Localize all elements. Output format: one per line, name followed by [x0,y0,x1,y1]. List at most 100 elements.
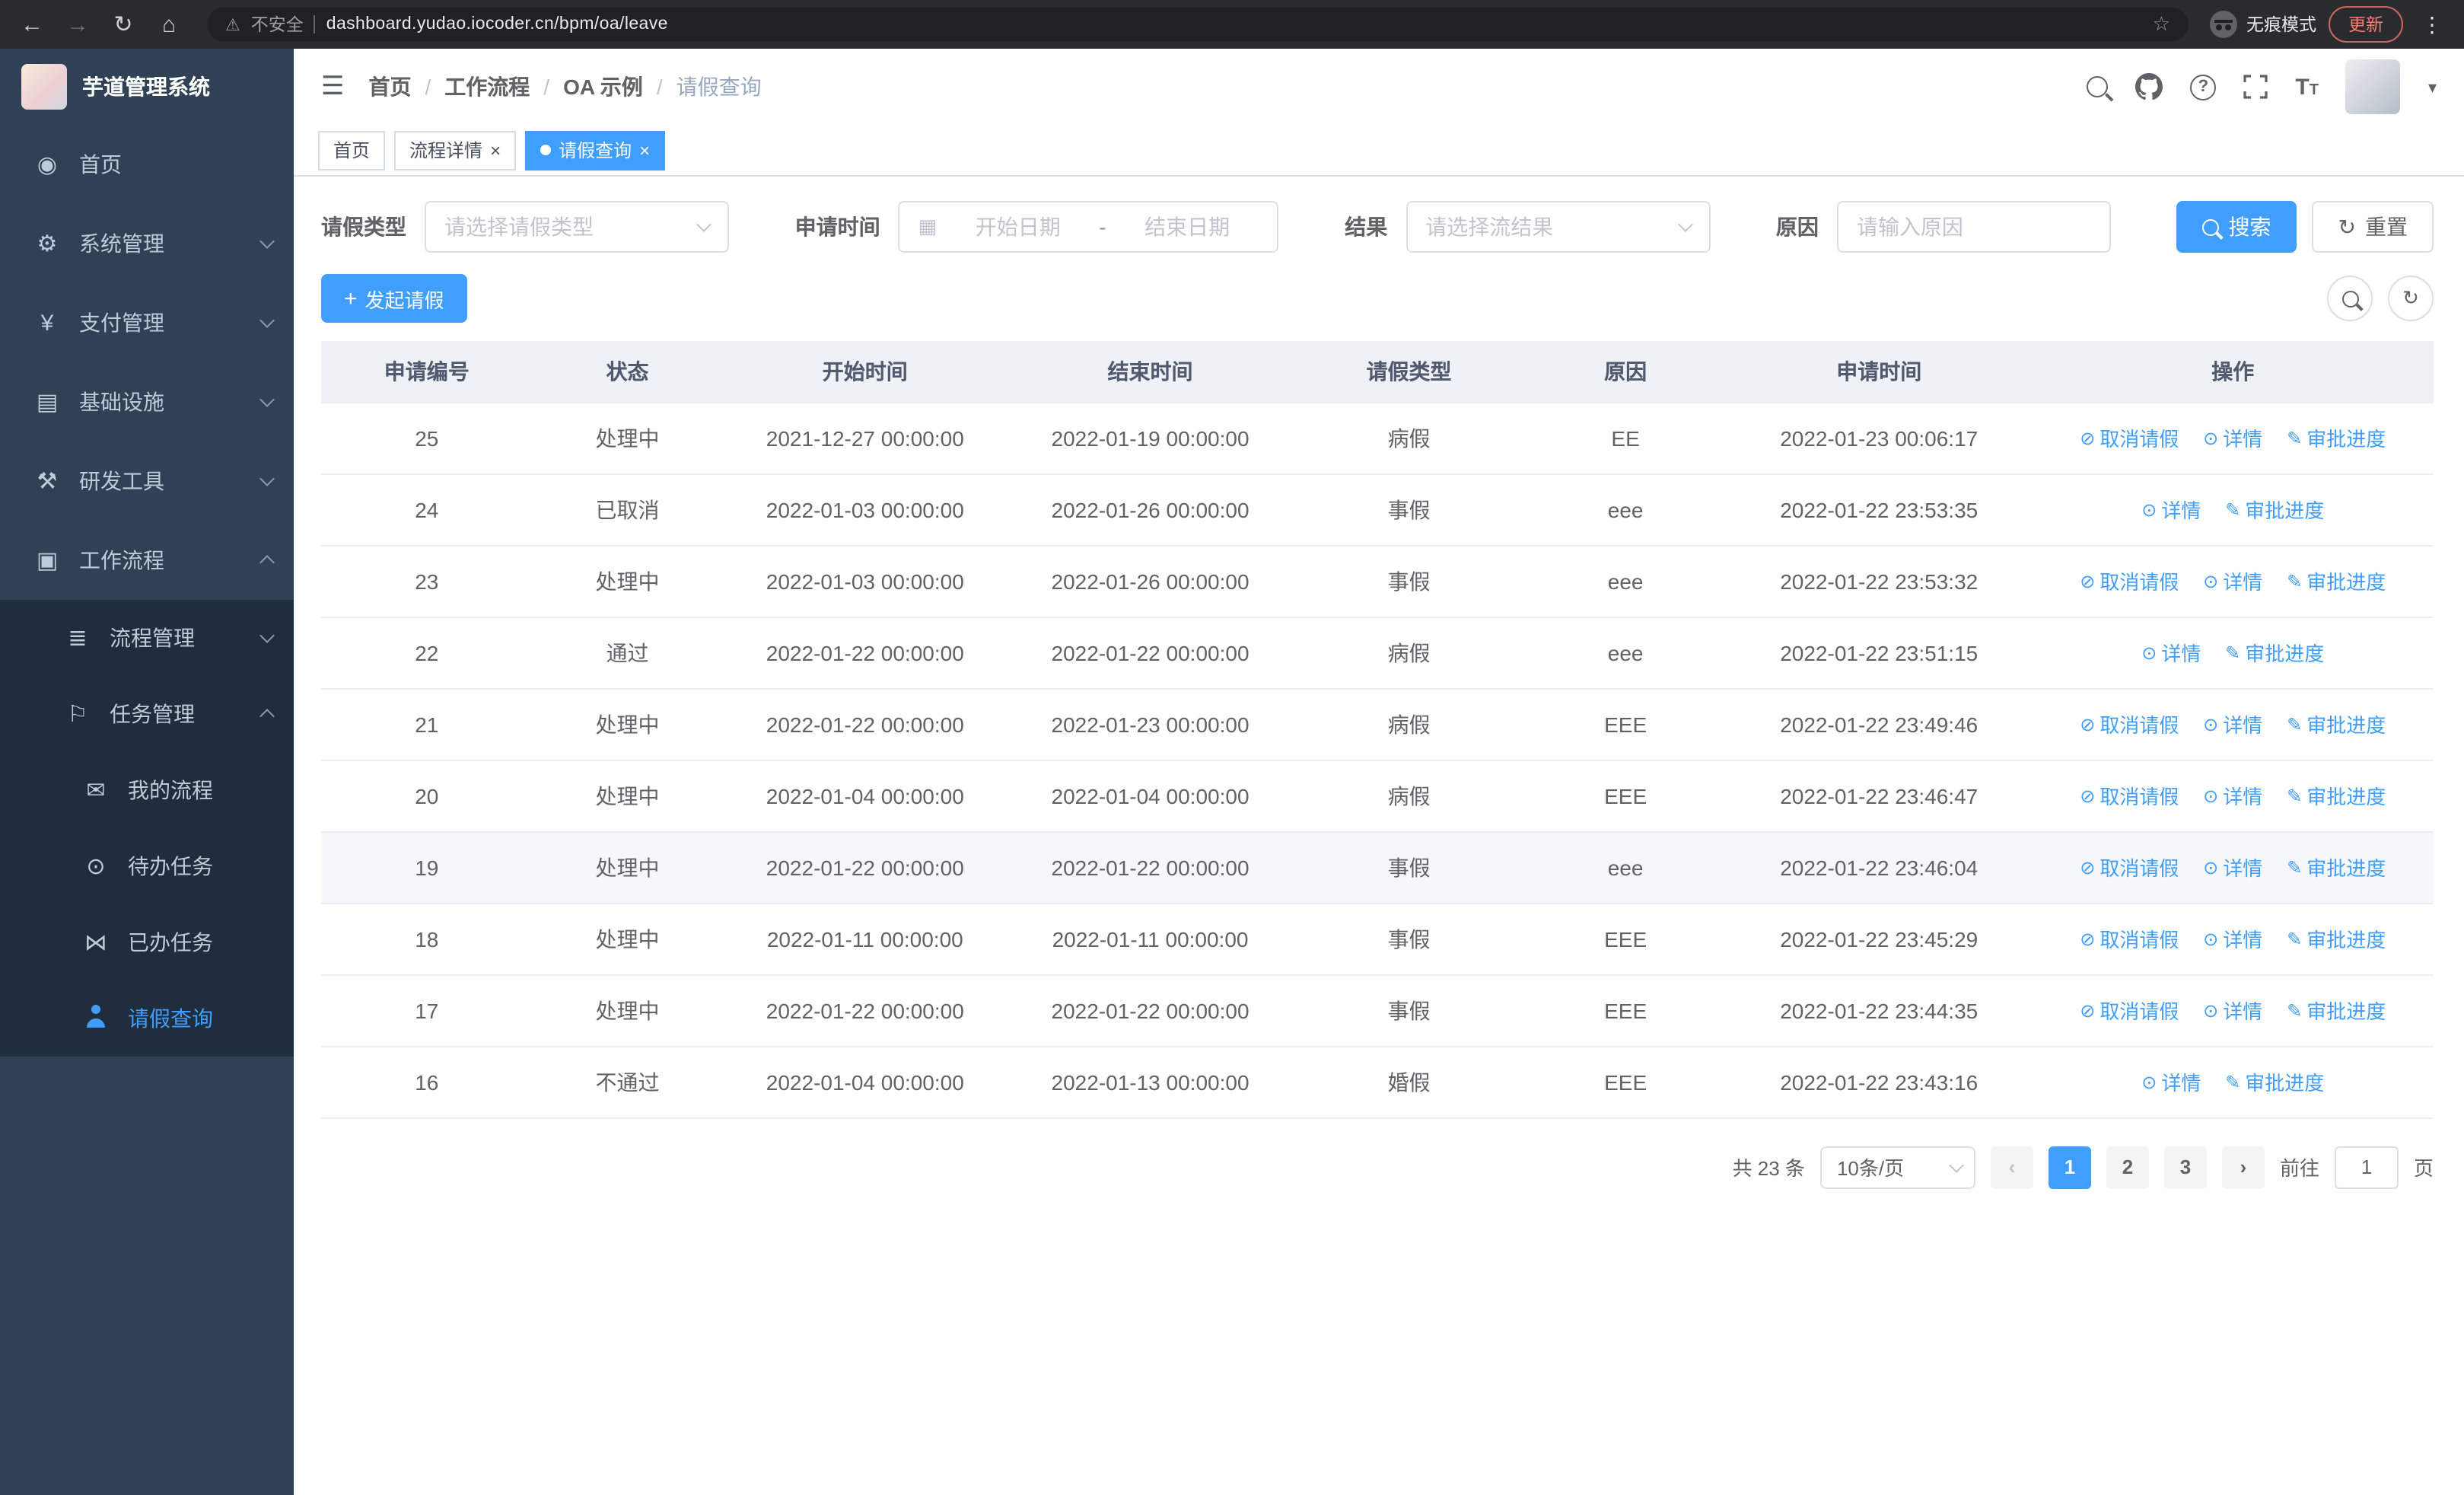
security-label[interactable]: 不安全 [251,12,304,37]
leave-type-select[interactable]: 请选择请假类型 [425,201,729,253]
approval-progress-link[interactable]: ✎ 审批进度 [2287,709,2386,738]
toggle-search-button[interactable] [2327,276,2373,321]
goto-page-input[interactable] [2334,1146,2399,1188]
apply-time-range-picker[interactable]: ▦ 开始日期 - 结束日期 [898,201,1279,253]
sidebar-toggle-icon[interactable]: ☰ [321,72,345,102]
search-icon[interactable] [2087,76,2109,97]
cell-start-time: 2022-01-04 00:00:00 [722,760,1008,832]
page-size-select[interactable]: 10条/页 [1819,1146,1975,1188]
cell-reason: eee [1525,545,1726,617]
font-size-icon[interactable]: TT [2295,74,2319,100]
tab-home[interactable]: 首页 [318,130,386,170]
create-leave-button[interactable]: + 发起请假 [321,274,467,323]
refresh-table-button[interactable]: ↻ [2388,276,2434,321]
breadcrumb-item[interactable]: 首页 [369,72,412,102]
avatar[interactable] [2345,59,2401,114]
close-icon[interactable]: × [490,141,501,159]
sidebar-item-payment[interactable]: ¥ 支付管理 [0,283,294,362]
detail-link[interactable]: ⊙ 详情 [2203,566,2262,595]
detail-link[interactable]: ⊙ 详情 [2141,1067,2201,1096]
cancel-leave-link[interactable]: ⊘ 取消请假 [2080,566,2179,595]
help-icon[interactable]: ? [2190,74,2217,100]
edit-icon: ✎ [2287,999,2303,1021]
bookmark-star-icon[interactable]: ☆ [2153,12,2170,37]
reload-icon[interactable]: ↻ [107,11,140,38]
cell-apply-no: 19 [321,831,533,904]
page-size-value: 10条/页 [1836,1157,1905,1180]
detail-link[interactable]: ⊙ 详情 [2203,924,2262,953]
cancel-icon: ⊘ [2080,785,2096,806]
cell-leave-type: 事假 [1292,473,1526,546]
next-page-button[interactable]: › [2221,1146,2265,1188]
chevron-down-icon[interactable]: ▾ [2428,77,2437,97]
cancel-leave-link[interactable]: ⊘ 取消请假 [2080,924,2179,953]
approval-progress-link[interactable]: ✎ 审批进度 [2287,423,2386,452]
browser-home-icon[interactable]: ⌂ [152,11,186,37]
breadcrumb-item[interactable]: OA 示例 [563,72,643,102]
update-button[interactable]: 更新 [2329,6,2403,43]
browser-menu-icon[interactable]: ⋮ [2415,11,2449,37]
cell-operations: ⊘ 取消请假 ⊙ 详情 ✎ 审批进度 [2032,974,2434,1047]
search-button[interactable]: 搜索 [2176,201,2297,253]
address-bar[interactable]: ⚠ 不安全 dashboard.yudao.iocoder.cn/bpm/oa/… [207,8,2189,41]
page-button-2[interactable]: 2 [2106,1146,2149,1188]
breadcrumb-item[interactable]: 工作流程 [444,72,530,102]
sidebar-item-task-mgmt[interactable]: ⚐ 任务管理 [0,676,294,752]
column-header: 操作 [2032,341,2434,403]
cancel-icon: ⊘ [2080,570,2096,591]
sidebar-item-devtools[interactable]: ⚒ 研发工具 [0,441,294,521]
edit-icon: ✎ [2225,499,2241,520]
url-text[interactable]: dashboard.yudao.iocoder.cn/bpm/oa/leave [326,15,668,33]
approval-progress-link[interactable]: ✎ 审批进度 [2287,996,2386,1025]
tab-leave-query[interactable]: 请假查询 × [525,130,666,170]
sidebar-item-done-tasks[interactable]: ⋈ 已办任务 [0,904,294,980]
page-button-1[interactable]: 1 [2048,1146,2091,1188]
cell-status: 处理中 [532,760,723,832]
sidebar-item-system[interactable]: ⚙ 系统管理 [0,204,294,283]
sidebar-item-infrastructure[interactable]: ▤ 基础设施 [0,362,294,441]
sidebar-item-home[interactable]: ◉ 首页 [0,125,294,204]
detail-link[interactable]: ⊙ 详情 [2203,781,2262,810]
detail-link[interactable]: ⊙ 详情 [2203,853,2262,881]
forward-icon[interactable]: → [61,11,94,37]
cell-apply-no: 18 [321,903,533,975]
detail-link[interactable]: ⊙ 详情 [2203,709,2262,738]
cancel-leave-link[interactable]: ⊘ 取消请假 [2080,996,2179,1025]
github-icon[interactable] [2135,73,2163,100]
select-placeholder: 请选择请假类型 [444,215,594,239]
approval-progress-link[interactable]: ✎ 审批进度 [2287,566,2386,595]
cancel-leave-link[interactable]: ⊘ 取消请假 [2080,709,2179,738]
detail-link[interactable]: ⊙ 详情 [2141,495,2201,524]
sidebar-item-my-process[interactable]: ✉ 我的流程 [0,752,294,828]
fullscreen-icon[interactable] [2243,75,2268,99]
result-select[interactable]: 请选择流结果 [1405,201,1711,253]
approval-progress-link[interactable]: ✎ 审批进度 [2225,495,2324,524]
detail-link[interactable]: ⊙ 详情 [2203,996,2262,1025]
approval-progress-link[interactable]: ✎ 审批进度 [2225,1067,2324,1096]
tab-process-detail[interactable]: 流程详情 × [394,130,517,170]
cancel-leave-link[interactable]: ⊘ 取消请假 [2080,423,2179,452]
detail-link[interactable]: ⊙ 详情 [2203,423,2262,452]
calendar-icon: ▦ [918,215,938,237]
sidebar-item-workflow[interactable]: ▣ 工作流程 [0,521,294,600]
back-icon[interactable]: ← [15,11,49,37]
cancel-leave-link[interactable]: ⊘ 取消请假 [2080,781,2179,810]
cancel-leave-link[interactable]: ⊘ 取消请假 [2080,853,2179,881]
approval-progress-link[interactable]: ✎ 审批进度 [2225,638,2324,667]
reset-button[interactable]: ↻ 重置 [2312,201,2434,253]
browser-chrome: ← → ↻ ⌂ ⚠ 不安全 dashboard.yudao.iocoder.cn… [0,0,2464,49]
sidebar-item-todo-tasks[interactable]: ⊙ 待办任务 [0,828,294,904]
approval-progress-link[interactable]: ✎ 审批进度 [2287,924,2386,953]
prev-page-button[interactable]: ‹ [1990,1146,2033,1188]
cell-start-time: 2022-01-04 00:00:00 [722,1046,1008,1118]
detail-link[interactable]: ⊙ 详情 [2141,638,2201,667]
approval-progress-link[interactable]: ✎ 审批进度 [2287,781,2386,810]
close-icon[interactable]: × [639,141,650,159]
reason-input[interactable] [1836,201,2111,253]
column-header: 状态 [532,341,723,403]
approval-progress-link[interactable]: ✎ 审批进度 [2287,853,2386,881]
plus-icon: + [344,285,358,311]
page-button-3[interactable]: 3 [2163,1146,2207,1188]
sidebar-item-leave-query[interactable]: 请假查询 [0,980,294,1057]
sidebar-item-process-mgmt[interactable]: ≣ 流程管理 [0,600,294,676]
